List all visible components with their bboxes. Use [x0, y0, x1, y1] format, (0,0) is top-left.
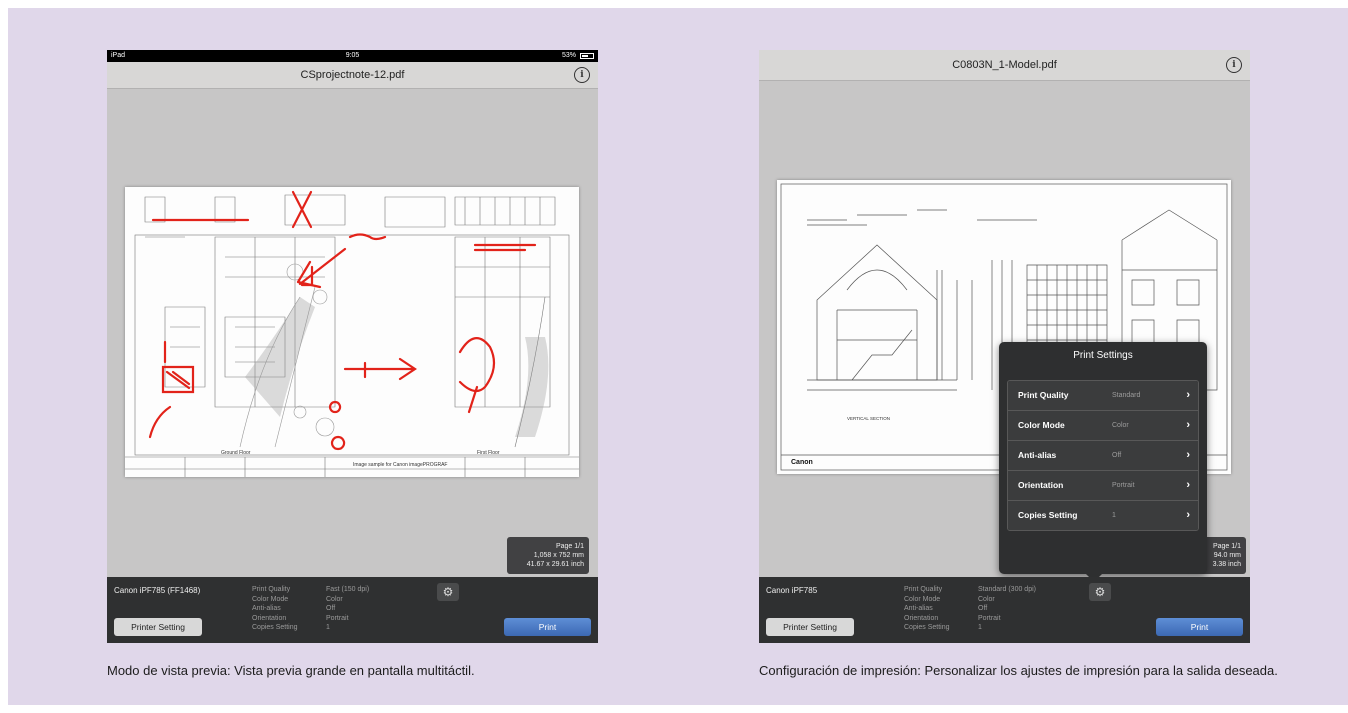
setting-row-copies[interactable]: Copies Setting 1 ›	[1008, 501, 1198, 530]
printer-name: Canon iPF785 (FF1468)	[114, 586, 201, 595]
setting-label: Print Quality	[904, 586, 943, 593]
setting-label: Copies Setting	[252, 624, 298, 631]
print-button[interactable]: Print	[1156, 618, 1243, 636]
setting-label: Copies Setting	[904, 624, 950, 631]
document-title-bar: CSprojectnote-12.pdf i	[107, 62, 598, 89]
clock: 9:05	[345, 52, 360, 59]
sheet-footer-text: Image sample for Canon imagePROGRAF	[353, 462, 447, 468]
setting-value: Standard (300 dpi)	[978, 586, 1036, 593]
settings-values: Standard (300 dpi) Color Off Portrait 1	[978, 585, 1036, 633]
settings-labels: Print Quality Color Mode Anti-alias Orie…	[904, 585, 950, 633]
setting-row-print-quality[interactable]: Print Quality Standard ›	[1008, 381, 1198, 411]
gear-icon[interactable]: ⚙	[1089, 583, 1111, 601]
print-button[interactable]: Print	[504, 618, 591, 636]
setting-value: Portrait	[326, 614, 349, 622]
row-label: Print Quality	[1018, 390, 1069, 400]
page-size-mm: 94.0 mm	[1213, 552, 1241, 559]
setting-label: Print Quality	[252, 586, 291, 593]
settings-list: Print Quality Standard › Color Mode Colo…	[1007, 380, 1199, 531]
setting-row-orientation[interactable]: Orientation Portrait ›	[1008, 471, 1198, 501]
printer-setting-button[interactable]: Printer Setting	[766, 618, 854, 636]
battery-percent: 53%	[561, 52, 576, 59]
page-number: Page 1/1	[555, 543, 584, 550]
row-label: Orientation	[1018, 480, 1064, 490]
setting-value: Color	[978, 595, 995, 603]
setting-value: 1	[978, 624, 982, 631]
setting-label: Orientation	[252, 614, 287, 622]
page-size-inch: 41.67 x 29.61 inch	[526, 561, 584, 568]
document-title: C0803N_1-Model.pdf	[952, 59, 1057, 71]
chevron-right-icon: ›	[1186, 419, 1190, 431]
preview-screen: iPad 9:05 53% CSprojectnote-12.pdf i Gro…	[107, 50, 598, 643]
print-settings-screen: C0803N_1-Model.pdf i VERTICAL SECTION Ca…	[759, 50, 1250, 643]
print-bottom-bar: Canon iPF785 Print Quality Color Mode An…	[759, 577, 1250, 643]
row-value: Portrait	[1112, 482, 1135, 489]
chevron-right-icon: ›	[1186, 389, 1190, 401]
setting-value: Portrait	[978, 614, 1001, 622]
row-value: Off	[1112, 452, 1122, 459]
row-label: Color Mode	[1018, 420, 1065, 430]
print-bottom-bar: Canon iPF785 (FF1468) Print Quality Colo…	[107, 577, 598, 643]
page-size-mm: 1,058 x 752 mm	[533, 552, 584, 559]
settings-labels: Print Quality Color Mode Anti-alias Orie…	[252, 585, 298, 633]
printer-setting-button[interactable]: Printer Setting	[114, 618, 202, 636]
setting-label: Color Mode	[252, 595, 289, 603]
page-number: Page 1/1	[1212, 543, 1241, 550]
setting-label: Orientation	[904, 614, 939, 622]
ground-floor-label: Ground Floor	[221, 450, 251, 456]
setting-label: Anti-alias	[904, 605, 933, 612]
chevron-right-icon: ›	[1186, 509, 1190, 521]
info-circle-icon[interactable]: i	[1226, 57, 1242, 73]
setting-row-anti-alias[interactable]: Anti-alias Off ›	[1008, 441, 1198, 471]
setting-value: 1	[326, 624, 330, 631]
page-size-inch: 3.38 inch	[1212, 561, 1241, 568]
document-title-bar: C0803N_1-Model.pdf i	[759, 50, 1250, 81]
row-value: 1	[1112, 512, 1116, 519]
vertical-section-label: VERTICAL SECTION	[847, 416, 890, 421]
setting-label: Color Mode	[904, 595, 941, 603]
row-label: Copies Setting	[1018, 510, 1078, 520]
caption-print-settings: Configuración de impresión: Personalizar…	[759, 663, 1278, 678]
document-title: CSprojectnote-12.pdf	[300, 69, 405, 81]
chevron-right-icon: ›	[1186, 479, 1190, 491]
ios-status-bar: iPad 9:05 53%	[107, 50, 598, 62]
setting-label: Anti-alias	[252, 605, 281, 612]
gear-icon[interactable]: ⚙	[437, 583, 459, 601]
settings-values: Fast (150 dpi) Color Off Portrait 1	[326, 585, 369, 633]
canon-logo-text: Canon	[791, 459, 813, 466]
setting-value: Off	[326, 605, 336, 612]
floorplan-drawing: Ground Floor First Floor Image sample fo…	[125, 190, 579, 477]
row-label: Anti-alias	[1018, 450, 1057, 460]
print-settings-popover: Print Settings Print Quality Standard › …	[999, 342, 1207, 582]
battery-icon	[580, 53, 594, 59]
popover-title: Print Settings	[1073, 350, 1133, 361]
setting-value: Color	[326, 595, 343, 603]
setting-value: Off	[978, 605, 988, 612]
caption-preview-mode: Modo de vista previa: Vista previa grand…	[107, 663, 475, 678]
chevron-right-icon: ›	[1186, 449, 1190, 461]
first-floor-label: First Floor	[477, 450, 500, 456]
drawing-preview[interactable]: Ground Floor First Floor Image sample fo…	[125, 187, 579, 477]
setting-row-color-mode[interactable]: Color Mode Color ›	[1008, 411, 1198, 441]
page-info-box: Page 1/1 1,058 x 752 mm 41.67 x 29.61 in…	[507, 537, 589, 574]
info-circle-icon[interactable]: i	[574, 67, 590, 83]
setting-value: Fast (150 dpi)	[326, 586, 370, 593]
row-value: Color	[1112, 422, 1129, 429]
printer-name: Canon iPF785	[766, 586, 818, 595]
row-value: Standard	[1112, 392, 1141, 399]
